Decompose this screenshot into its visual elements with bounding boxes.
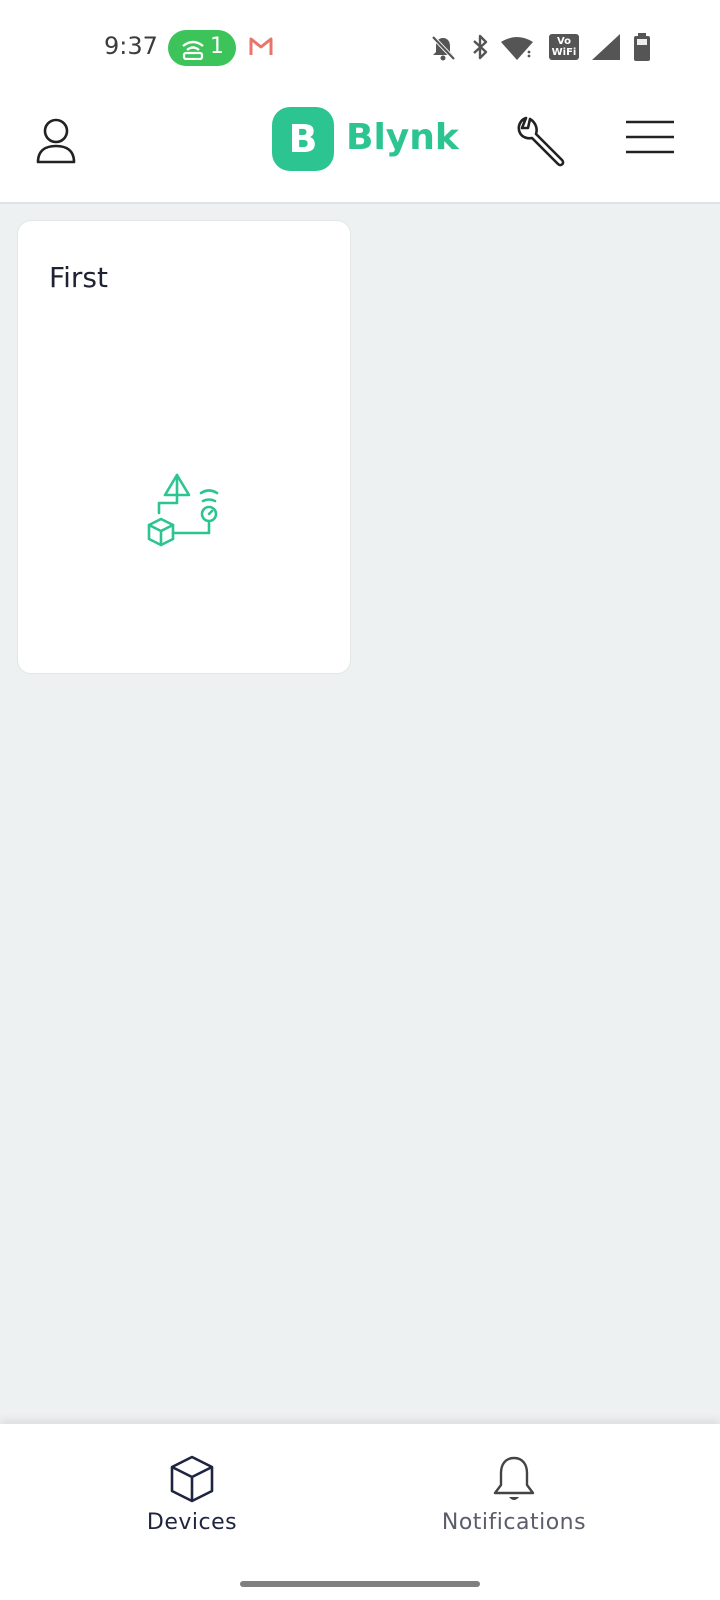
nav-notifications-label: Notifications [441,1510,587,1535]
nav-notifications[interactable]: Notifications [334,1424,694,1564]
battery-icon [634,33,650,61]
device-template-icon [147,473,219,547]
status-time: 9:37 [104,32,158,60]
devices-list: First [0,204,720,1424]
hotspot-count: 1 [210,34,224,59]
status-bar: 9:37 1 Vo WiFi [0,0,720,92]
signal-icon [592,34,620,60]
bluetooth-icon [473,34,488,60]
gesture-bar[interactable] [240,1581,480,1587]
menu-icon [626,120,674,154]
bell-icon [493,1456,535,1500]
vowifi-icon: Vo WiFi [549,34,579,60]
hotspot-indicator[interactable]: 1 [168,30,236,66]
wifi-icon [501,37,533,60]
bottom-navigation: Devices Notifications [0,1424,720,1600]
vowifi-bottom-label: WiFi [551,47,577,58]
nav-devices-label: Devices [146,1510,238,1535]
wrench-icon [517,116,565,167]
profile-button[interactable] [30,112,82,168]
profile-icon [36,118,76,164]
developer-tools-button[interactable] [512,110,572,170]
notifications-off-icon [431,35,456,61]
gmail-icon [249,37,273,55]
device-card[interactable]: First [17,220,351,674]
cube-icon [170,1455,214,1503]
app-header: B Blynk [0,92,720,204]
device-name: First [49,261,108,294]
menu-button[interactable] [626,118,674,158]
hotspot-icon [182,40,204,60]
nav-devices[interactable]: Devices [12,1424,372,1564]
logo-text: Blynk [346,117,459,158]
logo-badge: B [272,107,334,171]
vowifi-top-label: Vo [556,36,572,47]
